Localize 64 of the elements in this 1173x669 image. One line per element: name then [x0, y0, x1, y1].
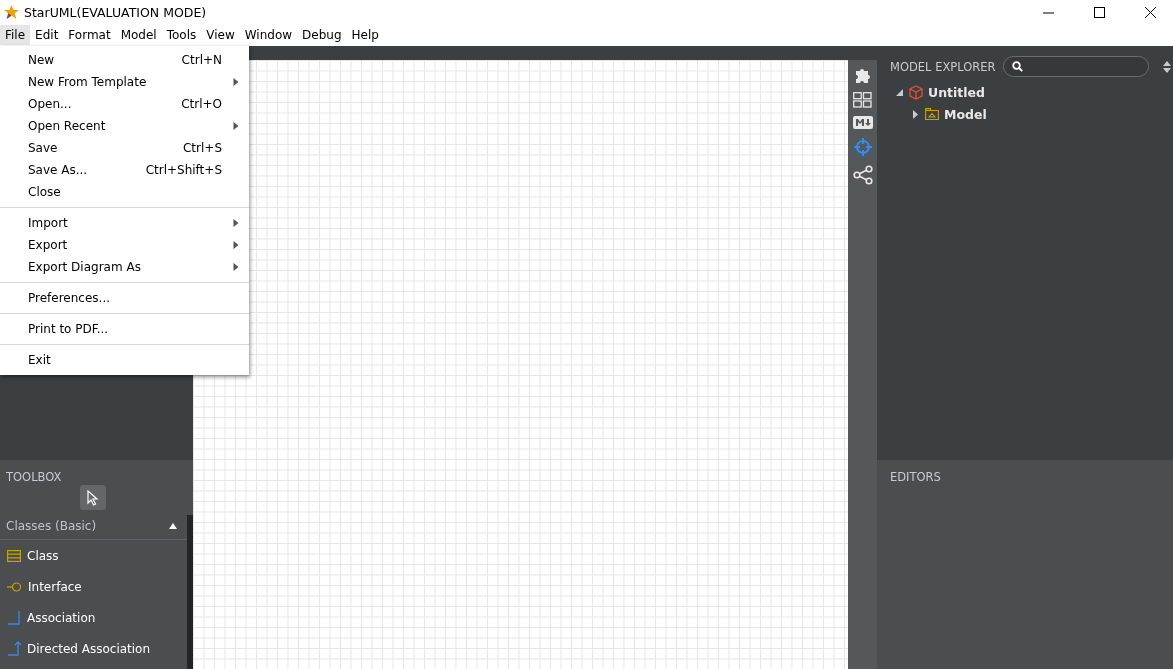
submenu-arrow-icon	[233, 241, 239, 249]
scrollbar[interactable]	[187, 515, 193, 669]
shortcut-label: Ctrl+N	[181, 53, 222, 67]
menu-entry[interactable]: Export	[28, 238, 233, 252]
toolbox-item[interactable]: Class	[27, 548, 59, 563]
association-icon	[7, 610, 21, 625]
toolbox-group-title[interactable]: Classes (Basic)	[6, 519, 97, 533]
window-title: StarUML(EVALUATION MODE)	[24, 4, 208, 20]
menu-item[interactable]: Debug	[297, 25, 347, 45]
search-field[interactable]	[1002, 56, 1149, 77]
menu-entry[interactable]: Print to PDF...	[28, 322, 239, 336]
markdown-icon[interactable]	[852, 116, 873, 129]
menu-item[interactable]: Format	[63, 25, 116, 45]
menu-item[interactable]: Tools	[161, 25, 202, 45]
expand-triangle-icon[interactable]	[912, 109, 918, 119]
tree-item[interactable]: Untitled	[928, 84, 985, 100]
submenu-arrow-icon	[233, 78, 239, 86]
toolbox-item[interactable]: Directed Association	[27, 641, 151, 656]
menu-item[interactable]: Edit	[30, 25, 64, 45]
menu-entry[interactable]: New	[28, 53, 182, 67]
class-icon	[7, 549, 21, 562]
shortcut-label: Ctrl+O	[181, 97, 222, 111]
collapse-triangle-icon[interactable]	[169, 523, 177, 529]
cube-icon	[909, 84, 923, 100]
sort-icon[interactable]	[1162, 60, 1171, 73]
editors-title: EDITORS	[889, 469, 942, 486]
model-folder-icon	[925, 108, 939, 120]
toolbox-title: TOOLBOX	[5, 469, 63, 484]
collapse-triangle-icon[interactable]	[895, 88, 903, 96]
menu-entry[interactable]: Save As...	[28, 163, 146, 177]
toolbox-item[interactable]: Interface	[28, 579, 82, 594]
puzzle-icon[interactable]	[853, 66, 872, 84]
menu-item[interactable]: Window	[239, 25, 298, 45]
share-icon[interactable]	[852, 165, 873, 185]
pointer-tool-button[interactable]	[80, 485, 106, 510]
close-icon	[1144, 6, 1156, 18]
interface-icon	[7, 581, 22, 592]
model-explorer-title: MODEL EXPLORER	[890, 59, 996, 74]
shortcut-label: Ctrl+S	[182, 141, 222, 155]
search-icon	[1011, 61, 1023, 72]
menu-entry[interactable]: Open Recent	[28, 119, 233, 133]
submenu-arrow-icon	[233, 122, 239, 130]
cursor-icon	[87, 489, 99, 506]
menu-entry[interactable]: New From Template	[28, 75, 233, 89]
menu-item[interactable]: File	[0, 25, 31, 45]
star-logo-icon	[4, 4, 19, 20]
menu-entry[interactable]: Exit	[28, 353, 239, 367]
shortcut-label: Ctrl+Shift+S	[145, 163, 222, 177]
menu-item[interactable]: Help	[346, 25, 384, 45]
menu-entry[interactable]: Close	[28, 185, 239, 199]
menu-entry[interactable]: Preferences...	[28, 291, 239, 305]
toolbox-item[interactable]: Association	[27, 610, 96, 625]
submenu-arrow-icon	[233, 219, 239, 227]
directed-association-icon	[7, 641, 21, 656]
menu-entry[interactable]: Export Diagram As	[28, 260, 233, 274]
menu-entry[interactable]: Import	[28, 216, 233, 230]
maximize-icon	[1093, 6, 1105, 18]
menu-entry[interactable]: Save	[28, 141, 183, 155]
menu-item[interactable]: Model	[115, 25, 162, 45]
menu-entry[interactable]: Open...	[28, 97, 182, 111]
menu-item[interactable]: View	[201, 25, 240, 45]
tree-item[interactable]: Model	[944, 106, 987, 122]
layout-icon[interactable]	[853, 92, 872, 108]
submenu-arrow-icon	[233, 263, 239, 271]
